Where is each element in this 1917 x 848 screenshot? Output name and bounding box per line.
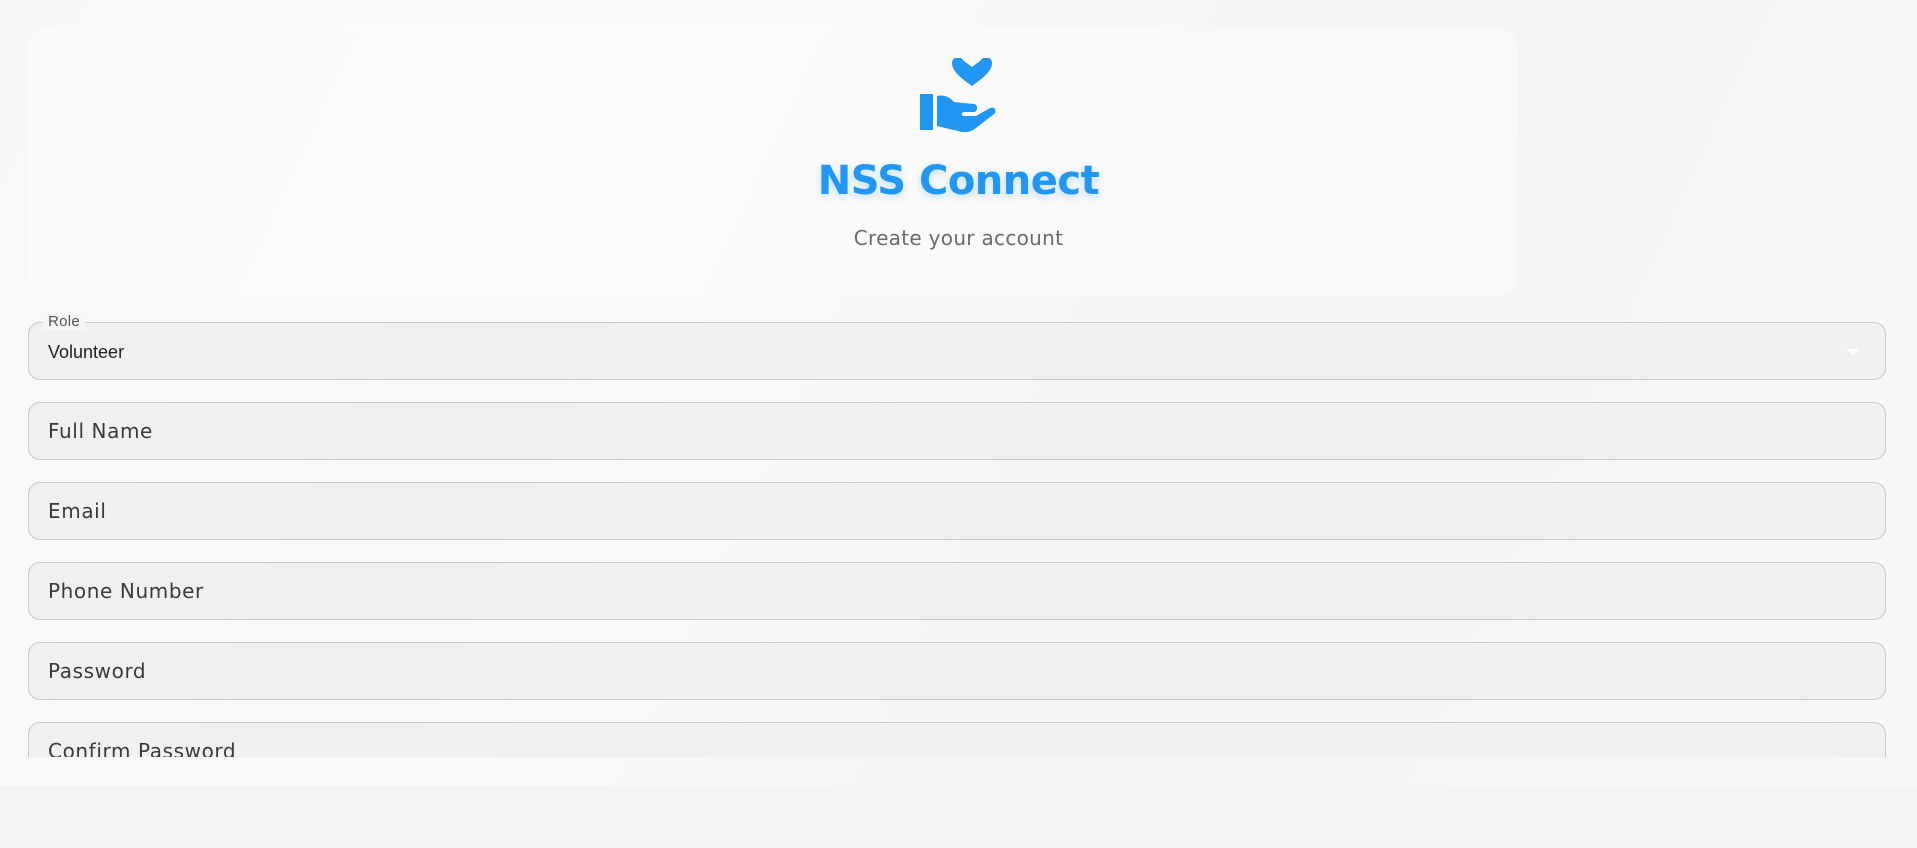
role-value: Volunteer — [48, 342, 125, 362]
role-label: Role — [43, 313, 86, 330]
phone-number-field[interactable]: Phone Number — [28, 562, 1886, 620]
email-placeholder: Email — [48, 499, 107, 523]
signup-form: Role Volunteer Full Name Email Phone Num… — [0, 300, 1917, 757]
app-title: NSS Connect — [817, 158, 1100, 204]
password-placeholder: Password — [48, 659, 147, 683]
phone-number-placeholder: Phone Number — [48, 579, 204, 603]
full-name-placeholder: Full Name — [48, 419, 153, 443]
role-select[interactable]: Role Volunteer — [28, 313, 1886, 380]
confirm-password-placeholder: Confirm Password — [48, 739, 237, 757]
chevron-down-icon[interactable] — [1847, 349, 1859, 355]
signup-page: NSS Connect Create your account Role Vol… — [0, 0, 1917, 786]
confirm-password-field[interactable]: Confirm Password — [28, 722, 1886, 757]
page-subtitle: Create your account — [853, 226, 1064, 250]
hand-holding-heart-icon — [920, 58, 996, 132]
full-name-field[interactable]: Full Name — [28, 402, 1886, 460]
password-field[interactable]: Password — [28, 642, 1886, 700]
email-field[interactable]: Email — [28, 482, 1886, 540]
